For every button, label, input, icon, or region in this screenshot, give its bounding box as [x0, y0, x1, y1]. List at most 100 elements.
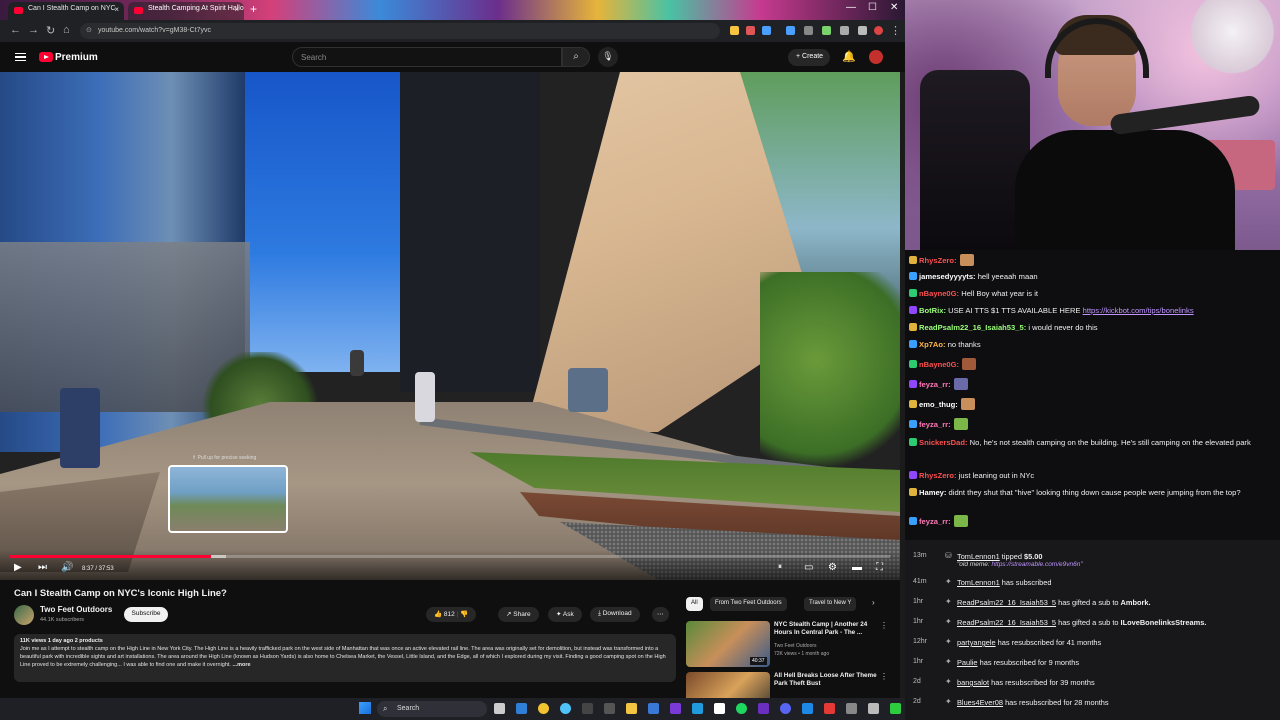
video-player[interactable]: ⇑ Pull up for precise seeking ▶ ⏭ 🔊 8:37…: [0, 72, 900, 580]
thumbs-down-icon[interactable]: 👎: [460, 611, 468, 618]
maximize-icon[interactable]: ☐: [868, 2, 877, 13]
app-icon[interactable]: [692, 703, 703, 714]
reload-icon[interactable]: ↻: [46, 24, 55, 37]
edge-icon[interactable]: [516, 703, 527, 714]
recommended-video[interactable]: All Hell Breaks Loose After Theme Park T…: [686, 672, 891, 698]
home-icon[interactable]: ⌂: [63, 24, 70, 36]
recommended-title[interactable]: NYC Stealth Camp | Another 24 Hours In C…: [774, 621, 879, 637]
app-icon[interactable]: [582, 703, 593, 714]
settings-gear-icon[interactable]: ⚙: [828, 562, 837, 573]
description-box[interactable]: 11K views 1 day ago 2 products Join me a…: [14, 634, 676, 682]
like-button[interactable]: 👍 812 | 👎: [426, 607, 477, 622]
app-icon[interactable]: [670, 703, 681, 714]
chat-username[interactable]: feyza_rr:: [919, 517, 951, 526]
show-more-link[interactable]: ...more: [233, 662, 251, 668]
event-username[interactable]: TomLennon1: [957, 578, 1000, 587]
task-view-icon[interactable]: [494, 703, 505, 714]
back-icon[interactable]: ←: [10, 24, 21, 36]
chat-username[interactable]: RhysZero:: [919, 256, 957, 265]
extension-icon[interactable]: [762, 26, 771, 35]
windows-start-icon[interactable]: [359, 702, 371, 714]
event-username[interactable]: bangsalot: [957, 678, 989, 687]
event-username[interactable]: Blues4Ever08: [957, 698, 1003, 707]
event-username[interactable]: ReadPsalm22_16_Isaiah53_5: [957, 618, 1056, 627]
more-vert-icon[interactable]: ⋮: [880, 621, 888, 630]
url-field[interactable]: ⊙ youtube.com/watch?v=gM38-Ct7yvc: [80, 23, 720, 39]
more-actions-button[interactable]: ⋯: [652, 607, 669, 622]
subscribe-button[interactable]: Subscribe: [124, 607, 168, 622]
spotify-icon[interactable]: [736, 703, 747, 714]
chat-username[interactable]: nBayne0G:: [919, 360, 959, 369]
chip-all[interactable]: All: [686, 597, 703, 611]
tip-link[interactable]: https://streamable.com/e9vn6n": [991, 561, 1082, 568]
youtube-logo-icon[interactable]: [39, 52, 53, 62]
youtube-brand[interactable]: Premium: [55, 52, 98, 63]
app-icon[interactable]: [890, 703, 901, 714]
file-explorer-icon[interactable]: [626, 703, 637, 714]
extension-icon[interactable]: [840, 26, 849, 35]
chat-username[interactable]: feyza_rr:: [919, 380, 951, 389]
chrome-icon[interactable]: [538, 703, 549, 714]
chat-username[interactable]: Hamey:: [919, 488, 946, 497]
close-tab-icon[interactable]: ×: [234, 5, 239, 14]
profile-icon[interactable]: [874, 26, 883, 35]
app-icon[interactable]: [604, 703, 615, 714]
chat-username[interactable]: RhysZero:: [919, 471, 957, 480]
chat-username[interactable]: jamesedyyyyts:: [919, 272, 976, 281]
voice-search-button[interactable]: 🎙: [598, 47, 618, 67]
new-tab-icon[interactable]: +: [250, 2, 257, 16]
tab-inactive[interactable]: Stealth Camping At Spirit Hallo ×: [128, 2, 244, 20]
event-username[interactable]: Paulie: [957, 658, 978, 667]
event-username[interactable]: ReadPsalm22_16_Isaiah53_5: [957, 598, 1056, 607]
next-icon[interactable]: ⏭: [38, 562, 47, 573]
autoplay-toggle-icon[interactable]: ⏸: [778, 562, 782, 572]
chevron-right-icon[interactable]: ›: [872, 598, 875, 607]
progress-bar[interactable]: [10, 555, 890, 558]
minimize-icon[interactable]: —: [846, 2, 856, 13]
menu-icon[interactable]: [15, 53, 26, 61]
recommended-title[interactable]: All Hell Breaks Loose After Theme Park T…: [774, 672, 879, 688]
chat-link[interactable]: https://kickbot.com/tips/bonelinks: [1083, 306, 1194, 315]
site-info-icon[interactable]: ⊙: [86, 26, 92, 34]
volume-icon[interactable]: 🔊: [61, 562, 73, 573]
fullscreen-icon[interactable]: ⛶: [876, 562, 883, 573]
extension-icon[interactable]: [858, 26, 867, 35]
chat-username[interactable]: emo_thug:: [919, 400, 958, 409]
play-icon[interactable]: ▶: [14, 562, 22, 573]
channel-avatar[interactable]: [14, 605, 34, 625]
discord-icon[interactable]: [780, 703, 791, 714]
chat-username[interactable]: Xp7Ao:: [919, 340, 946, 349]
extension-icon[interactable]: [822, 26, 831, 35]
taskbar-search[interactable]: ⌕ Search: [377, 701, 487, 717]
account-avatar[interactable]: [869, 50, 883, 64]
create-button[interactable]: + Create: [788, 49, 830, 66]
captions-icon[interactable]: ▭: [804, 562, 813, 573]
chat-username[interactable]: ReadPsalm22_16_Isaiah53_5:: [919, 323, 1026, 332]
close-window-icon[interactable]: ✕: [890, 2, 898, 13]
chat-username[interactable]: feyza_rr:: [919, 420, 951, 429]
extension-icon[interactable]: [804, 26, 813, 35]
more-vert-icon[interactable]: ⋮: [880, 672, 888, 681]
app-icon[interactable]: [714, 703, 725, 714]
chip-travel[interactable]: Travel to New Y: [804, 597, 857, 611]
chat-username[interactable]: BotRix:: [919, 306, 946, 315]
close-tab-icon[interactable]: ×: [114, 5, 119, 14]
app-icon[interactable]: [868, 703, 879, 714]
extension-icon[interactable]: [746, 26, 755, 35]
channel-name[interactable]: Two Feet Outdoors: [40, 605, 112, 614]
forward-icon[interactable]: →: [28, 24, 39, 36]
recommended-thumbnail[interactable]: [686, 672, 770, 698]
event-username[interactable]: TomLennon1: [957, 552, 1000, 561]
app-icon[interactable]: [802, 703, 813, 714]
app-icon[interactable]: [648, 703, 659, 714]
chip-from-channel[interactable]: From Two Feet Outdoors: [710, 597, 787, 611]
app-icon[interactable]: [824, 703, 835, 714]
chat-username[interactable]: nBayne0G:: [919, 289, 959, 298]
notifications-bell-icon[interactable]: 🔔: [842, 50, 856, 63]
download-button[interactable]: ⤓ Download: [590, 607, 640, 622]
event-username[interactable]: partyangele: [957, 638, 996, 647]
extension-icon[interactable]: [730, 26, 739, 35]
ask-button[interactable]: ✦ Ask: [548, 607, 582, 622]
extension-icon[interactable]: [786, 26, 795, 35]
theater-mode-icon[interactable]: ▬: [852, 562, 862, 573]
